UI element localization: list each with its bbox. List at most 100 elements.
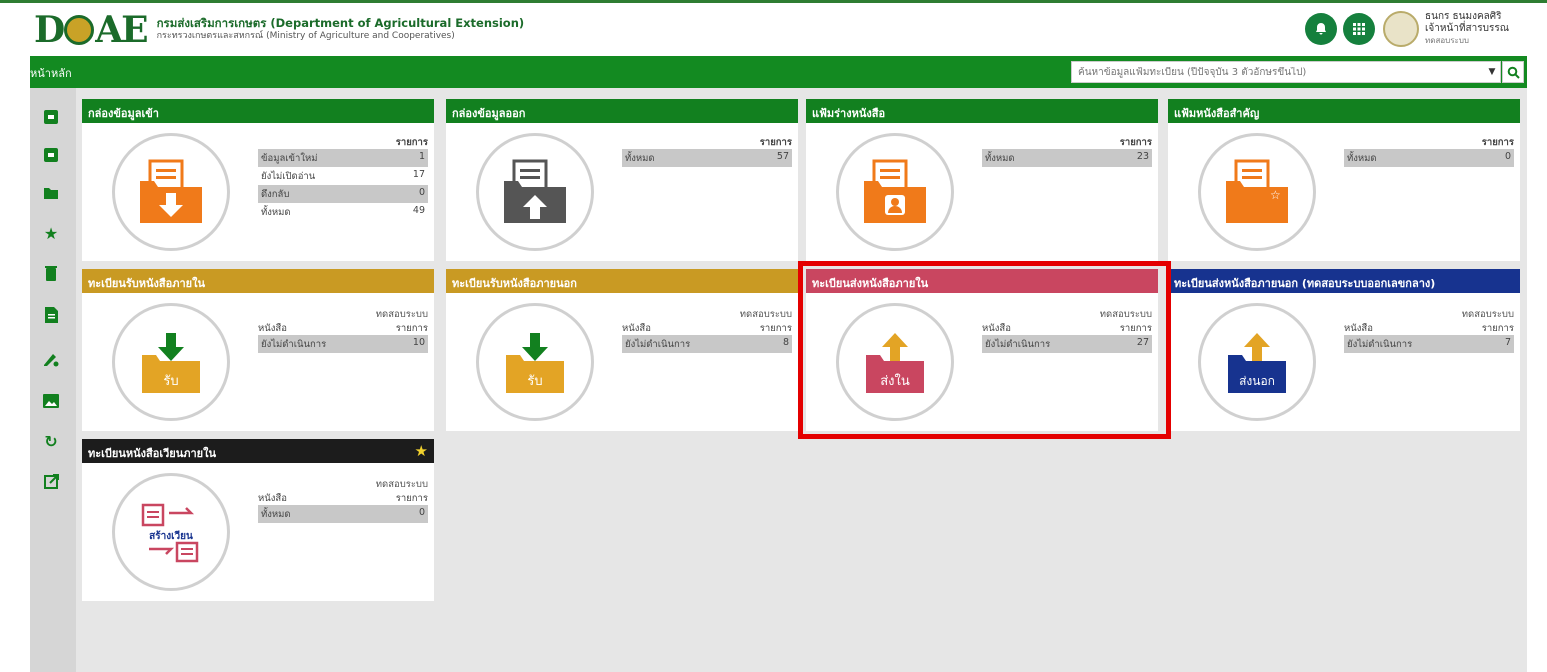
external-link-icon [43,473,59,489]
user-org: ทดสอบระบบ [1425,36,1469,45]
stats-row[interactable]: ข้อมูลเข้าใหม่ 1 [258,149,428,167]
card-inbox-stats: รายการ ข้อมูลเข้าใหม่ 1 ยังไม่เปิดอ่าน 17 … [258,135,428,221]
stats-tester-label: ทดสอบระบบ [739,309,792,320]
user-info[interactable]: ธนกร ธนมงคลศิริ เจ้าหน้าที่สารบรรณ ทดสอบ… [1425,11,1509,47]
stats-label: ทั้งหมด [625,153,655,164]
stats-row[interactable]: ยังไม่ดำเนินการ 7 [1344,335,1514,353]
card-important-stats: รายการ ทั้งหมด 0 [1344,135,1514,167]
stats-label: ทั้งหมด [1347,153,1377,164]
star-icon[interactable]: ★ [415,442,428,460]
doae-logo[interactable]: D AE กรมส่งเสริมการเกษตร (Department of A… [34,9,525,51]
stats-column-header: รายการ [395,137,428,148]
card-outbox-icon-circle [476,133,594,251]
stats-label: ข้อมูลเข้าใหม่ [261,153,318,164]
stats-label: ยังไม่เปิดอ่าน [261,171,316,182]
stats-tester-label: ทดสอบระบบ [375,309,428,320]
stats-row[interactable]: ยังไม่ดำเนินการ 10 [258,335,428,353]
user-avatar[interactable] [1383,11,1420,47]
svg-text:รับ: รับ [163,374,178,389]
refresh-icon: ↻ [44,431,58,451]
card-outbox[interactable]: กล่องข้อมูลออก รายการ ทั้งหมด 57 [446,99,798,261]
outbox-icon [44,148,58,162]
card-receive-internal[interactable]: ทะเบียนรับหนังสือภายใน รับ ทดสอบระบบ หนั… [82,269,434,431]
logo-mark: D AE [34,9,149,51]
card-inbox-icon-circle [112,133,230,251]
stats-value: 23 [1136,151,1149,162]
card-inbox[interactable]: กล่องข้อมูลเข้า รายการ ข้อมูลเข้าใหม่ 1 ย… [82,99,434,261]
stats-row[interactable]: ทั้งหมด 0 [258,505,428,523]
card-send-external[interactable]: ทะเบียนส่งหนังสือภายนอก (ทดสอบระบบออกเลข… [1168,269,1520,431]
card-receive-external[interactable]: ทะเบียนรับหนังสือภายนอก รับ ทดสอบระบบ หน… [446,269,798,431]
grid-icon [1353,23,1366,35]
receive-tray-icon: รับ [142,333,200,393]
stats-row[interactable]: ดึงกลับ 0 [258,185,428,203]
sidebar: ★ ↻ [30,88,76,672]
card-send-external-stats: ทดสอบระบบ หนังสือ รายการ ยังไม่ดำเนินการ 7 [1344,305,1514,353]
edit-settings-icon [44,354,59,367]
sidebar-item-folder[interactable] [42,184,60,202]
user-role: เจ้าหน้าที่สารบรรณ [1425,23,1509,34]
inbox-folder-icon [140,159,202,223]
image-icon [43,394,59,408]
home-link[interactable]: หน้าหลัก [30,64,72,82]
sidebar-item-external-link[interactable] [42,472,60,490]
svg-text:ส่งนอก: ส่งนอก [1239,374,1275,388]
card-important[interactable]: แฟ้มหนังสือสำคัญ ☆ รายการ ทั้งหมด 0 [1168,99,1520,261]
svg-text:สร้างเวียน: สร้างเวียน [149,530,193,542]
stats-column-header: รายการ [1481,137,1514,148]
search-button[interactable] [1502,61,1524,83]
sidebar-item-outbox[interactable] [42,146,60,164]
send-tray-icon: ส่งนอก [1228,333,1286,393]
folder-icon [44,188,58,199]
stats-value: 0 [1504,151,1511,162]
card-circular[interactable]: ทะเบียนหนังสือเวียนภายใน ★ สร้างเวียน ทด… [82,439,434,601]
stats-label: ดึงกลับ [261,189,290,200]
stats-row[interactable]: ทั้งหมด 0 [1344,149,1514,167]
card-receive-internal-title: ทะเบียนรับหนังสือภายใน [82,269,434,293]
notification-button[interactable] [1305,13,1338,45]
sidebar-item-refresh[interactable]: ↻ [42,431,60,451]
apps-button[interactable] [1343,13,1376,45]
sidebar-item-edit-settings[interactable] [42,350,60,368]
stats-label: ทั้งหมด [985,153,1015,164]
card-outbox-stats: รายการ ทั้งหมด 57 [622,135,792,167]
stats-value: 17 [412,169,425,180]
card-receive-internal-stats: ทดสอบระบบ หนังสือ รายการ ยังไม่ดำเนินการ 1… [258,305,428,353]
stats-row[interactable]: ยังไม่เปิดอ่าน 17 [258,167,428,185]
sidebar-item-inbox[interactable] [42,108,60,126]
stats-column-header: หนังสือ รายการ [622,323,792,334]
draft-folder-icon [864,159,926,223]
svg-text:☆: ☆ [1270,188,1281,202]
card-drafts-stats: รายการ ทั้งหมด 23 [982,135,1152,167]
stats-label: ทั้งหมด [261,207,291,218]
stats-row[interactable]: ทั้งหมด 49 [258,203,428,221]
search-input[interactable] [1072,66,1484,78]
circular-exchange-icon: สร้างเวียน [141,503,199,563]
card-circular-stats: ทดสอบระบบ หนังสือ รายการ ทั้งหมด 0 [258,475,428,523]
stats-column-header: หนังสือ รายการ [258,493,428,504]
stats-value: 0 [418,507,425,518]
card-important-icon-circle: ☆ [1198,133,1316,251]
card-receive-external-stats: ทดสอบระบบ หนังสือ รายการ ยังไม่ดำเนินการ 8 [622,305,792,353]
sidebar-item-document[interactable] [42,306,60,324]
sidebar-item-star[interactable]: ★ [42,224,60,243]
stats-column-header: หนังสือ รายการ [1344,323,1514,334]
stats-row[interactable]: ยังไม่ดำเนินการ 8 [622,335,792,353]
card-receive-external-icon-circle: รับ [476,303,594,421]
sidebar-item-image[interactable] [42,392,60,410]
document-icon [44,307,58,323]
logo-emblem-icon [64,15,95,45]
card-drafts[interactable]: แฟ้มร่างหนังสือ รายการ ทั้งหมด 23 [806,99,1158,261]
stats-value: 0 [418,187,425,198]
main-navbar: หน้าหลัก ▼ [30,56,1527,88]
stats-column-header: หนังสือ รายการ [258,323,428,334]
sidebar-item-trash[interactable] [42,264,60,282]
ministry-name: กระทรวงเกษตรและสหกรณ์ (Ministry of Agric… [156,31,455,41]
logo-text: กรมส่งเสริมการเกษตร (Department of Agric… [157,17,525,43]
search-dropdown-icon[interactable]: ▼ [1484,67,1500,77]
stats-value: 7 [1504,337,1511,348]
stats-row[interactable]: ทั้งหมด 23 [982,149,1152,167]
stats-row[interactable]: ทั้งหมด 57 [622,149,792,167]
card-send-external-icon-circle: ส่งนอก [1198,303,1316,421]
stats-label: ทั้งหมด [261,509,291,520]
